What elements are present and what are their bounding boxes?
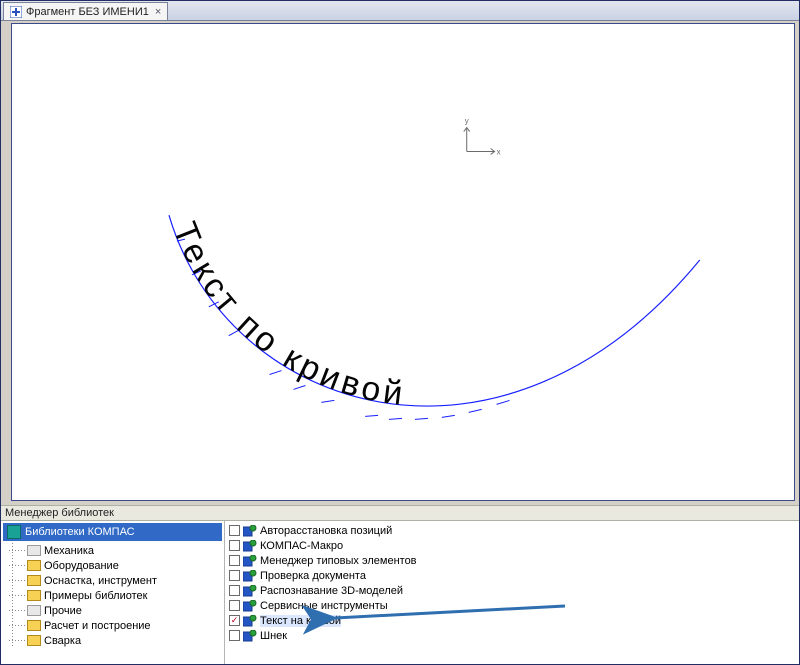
tree-item[interactable]: Оборудование — [9, 558, 224, 573]
module-checkbox[interactable] — [229, 570, 240, 581]
tree-item-label: Механика — [44, 545, 94, 557]
module-label: Сервисные инструменты — [260, 600, 388, 612]
library-module-list: Авторасстановка позиций КОМПАС-Макро Менед… — [229, 523, 799, 643]
fragment-icon — [10, 6, 22, 18]
module-label: Текст на кривой — [260, 615, 341, 627]
library-manager-title: Менеджер библиотек — [1, 505, 799, 521]
module-icon — [243, 600, 257, 612]
close-icon[interactable]: × — [155, 6, 161, 18]
module-item[interactable]: Распознавание 3D-моделей — [229, 583, 799, 598]
module-label: Авторасстановка позиций — [260, 525, 392, 537]
drawing-svg: x y Текс — [12, 24, 794, 500]
module-item[interactable]: КОМПАС-Макро — [229, 538, 799, 553]
tree-item-label: Расчет и построение — [44, 620, 151, 632]
module-item[interactable]: Сервисные инструменты — [229, 598, 799, 613]
tree-item[interactable]: Оснастка, инструмент — [9, 573, 224, 588]
tree-connector — [9, 588, 27, 603]
module-icon — [243, 540, 257, 552]
tree-item[interactable]: Прочие — [9, 603, 224, 618]
module-icon — [243, 555, 257, 567]
tree-item-label: Примеры библиотек — [44, 590, 147, 602]
tree-item[interactable]: Примеры библиотек — [9, 588, 224, 603]
module-icon — [243, 615, 257, 627]
app-window: Фрагмент БЕЗ ИМЕНИ1 × x y — [0, 0, 800, 665]
module-label: Проверка документа — [260, 570, 366, 582]
drawing-canvas[interactable]: x y Текс — [11, 23, 795, 501]
library-tree-pane: Библиотеки КОМПАС Механика Оборудование Ос… — [1, 521, 225, 664]
module-checkbox[interactable] — [229, 630, 240, 641]
origin-marker: x y — [464, 117, 501, 157]
tree-connector — [9, 543, 27, 558]
tree-item[interactable]: Механика — [9, 543, 224, 558]
folder-icon — [27, 575, 41, 586]
module-item[interactable]: Авторасстановка позиций — [229, 523, 799, 538]
library-manager-panel: Библиотеки КОМПАС Механика Оборудование Ос… — [1, 521, 799, 664]
tree-item[interactable]: Расчет и построение — [9, 618, 224, 633]
tree-item[interactable]: Сварка — [9, 633, 224, 648]
library-root-label: Библиотеки КОМПАС — [25, 526, 135, 538]
folder-icon — [27, 590, 41, 601]
library-root[interactable]: Библиотеки КОМПАС — [3, 523, 222, 541]
document-tab[interactable]: Фрагмент БЕЗ ИМЕНИ1 × — [3, 2, 168, 20]
module-item[interactable]: Менеджер типовых элементов — [229, 553, 799, 568]
library-list-pane: Авторасстановка позиций КОМПАС-Макро Менед… — [225, 521, 799, 664]
module-item[interactable]: ✓ Текст на кривой — [229, 613, 799, 628]
axis-y-label: y — [465, 117, 469, 126]
module-checkbox[interactable]: ✓ — [229, 615, 240, 626]
axis-x-label: x — [497, 147, 501, 156]
folder-icon — [27, 605, 41, 616]
folder-icon — [27, 620, 41, 631]
module-item[interactable]: Проверка документа — [229, 568, 799, 583]
tree-connector — [9, 573, 27, 588]
module-icon — [243, 630, 257, 642]
module-checkbox[interactable] — [229, 585, 240, 596]
document-tab-bar: Фрагмент БЕЗ ИМЕНИ1 × — [1, 1, 799, 21]
module-label: КОМПАС-Макро — [260, 540, 343, 552]
tree-connector — [9, 633, 27, 648]
module-label: Шнек — [260, 630, 287, 642]
tree-connector — [9, 558, 27, 573]
curve-text: Текст по кривой — [165, 217, 408, 413]
tree-connector — [9, 603, 27, 618]
tree-connector — [9, 618, 27, 633]
module-icon — [243, 525, 257, 537]
module-checkbox[interactable] — [229, 555, 240, 566]
tree-item-label: Прочие — [44, 605, 82, 617]
module-item[interactable]: Шнек — [229, 628, 799, 643]
library-root-icon — [7, 525, 21, 539]
module-checkbox[interactable] — [229, 540, 240, 551]
module-checkbox[interactable] — [229, 525, 240, 536]
document-tab-title: Фрагмент БЕЗ ИМЕНИ1 — [26, 6, 149, 18]
tree-item-label: Оборудование — [44, 560, 119, 572]
module-label: Менеджер типовых элементов — [260, 555, 417, 567]
module-checkbox[interactable] — [229, 600, 240, 611]
library-tree: Механика Оборудование Оснастка, инструмент… — [1, 543, 224, 648]
module-label: Распознавание 3D-моделей — [260, 585, 403, 597]
tree-item-label: Оснастка, инструмент — [44, 575, 157, 587]
folder-icon — [27, 560, 41, 571]
folder-icon — [27, 635, 41, 646]
tree-item-label: Сварка — [44, 635, 81, 647]
folder-icon — [27, 545, 41, 556]
module-icon — [243, 570, 257, 582]
module-icon — [243, 585, 257, 597]
